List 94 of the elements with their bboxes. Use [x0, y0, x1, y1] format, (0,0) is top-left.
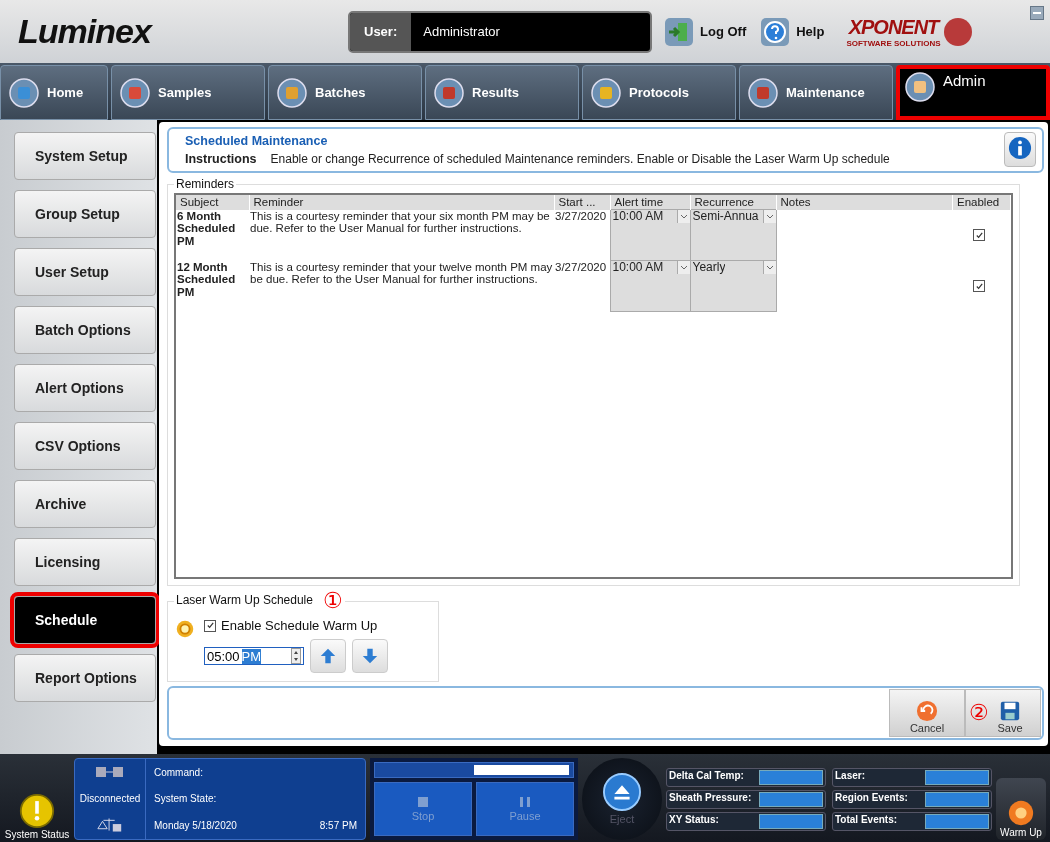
door-exit-icon: [664, 16, 694, 47]
spinner-icon[interactable]: [291, 648, 301, 664]
column-header[interactable]: Enabled: [952, 195, 1011, 210]
table-cell-text: This is a courtesy reminder that your twelve month PM may be due. Refer to the User Manual for further instructions.: [249, 260, 554, 287]
readout-label: Total Events:: [835, 813, 899, 827]
system-status-button[interactable]: System Status: [4, 758, 70, 840]
nav-tab[interactable]: Home: [0, 65, 108, 120]
cancel-button[interactable]: Cancel: [889, 689, 965, 737]
scale-icon: [96, 816, 124, 833]
checkbox[interactable]: [973, 229, 985, 242]
tab-icon: [748, 77, 778, 108]
tab-icon: [277, 77, 307, 108]
sun-icon: [174, 618, 196, 640]
system-state-label: System State:: [154, 793, 218, 805]
checkbox[interactable]: [973, 280, 985, 293]
sidebar-item[interactable]: Licensing: [14, 538, 156, 586]
tab-icon: [905, 72, 935, 102]
down-arrow-icon: [361, 647, 379, 665]
sidebar-item[interactable]: Group Setup: [14, 190, 156, 238]
nav-tab[interactable]: Results: [425, 65, 579, 120]
group-title: Laser Warm Up Schedule: [176, 593, 313, 608]
warning-icon: [19, 793, 55, 829]
checkbox-icon[interactable]: [204, 619, 216, 632]
time-field[interactable]: 05:00 PM: [204, 647, 304, 665]
readout-label: Region Events:: [835, 791, 909, 805]
readout-field: [759, 791, 823, 807]
column-header[interactable]: Recurrence: [690, 195, 776, 210]
sidebar-item[interactable]: Alert Options: [14, 364, 156, 412]
connection-status: Disconnected: [79, 792, 141, 804]
move-down-button[interactable]: [352, 639, 388, 673]
sidebar-item[interactable]: System Setup: [14, 132, 156, 180]
eject-icon: [603, 773, 641, 811]
tab-icon: [9, 77, 39, 108]
tab-icon: [591, 77, 621, 108]
tab-icon: [434, 77, 464, 108]
help-button[interactable]: Help: [758, 16, 827, 47]
readout-label: Laser:: [835, 769, 866, 783]
table-cell-text: 12 Month Scheduled PM: [176, 260, 237, 300]
readout-label: XY Status:: [669, 813, 720, 827]
minimize-icon[interactable]: [1030, 6, 1044, 20]
readout-label: Delta Cal Temp:: [669, 769, 745, 783]
annotation-marker: ②: [969, 702, 989, 724]
undo-icon: [916, 700, 938, 722]
column-header[interactable]: Notes: [776, 195, 953, 210]
status-light-icon: [942, 16, 973, 47]
table-cell: This is a courtesy reminder that your six month PM may be due. Refer to the User Manual for further instructions.: [249, 209, 554, 261]
column-header[interactable]: Subject: [176, 195, 249, 210]
enable-warm-up-checkbox[interactable]: Enable Schedule Warm Up: [204, 618, 388, 633]
table-cell: 3/27/2020: [554, 209, 610, 261]
nav-tab[interactable]: Admin: [896, 65, 1050, 120]
table-cell: 6 Month Scheduled PM: [176, 209, 249, 261]
status-date: Monday 5/18/2020: [154, 820, 237, 832]
sun-icon: [1007, 799, 1035, 827]
sidebar-item[interactable]: Archive: [14, 480, 156, 528]
warm-up-button[interactable]: Warm Up: [996, 778, 1046, 840]
readout-field: [925, 813, 989, 829]
annotation-marker: ①: [322, 588, 343, 613]
sidebar-item[interactable]: CSV Options: [14, 422, 156, 470]
status-time: 8:57 PM: [319, 820, 357, 832]
luminex-logo: Luminex: [18, 12, 154, 51]
move-up-button[interactable]: [310, 639, 346, 673]
info-button[interactable]: [1004, 132, 1036, 167]
nav-tab[interactable]: Protocols: [582, 65, 736, 120]
pause-icon: [520, 796, 530, 807]
sidebar-item[interactable]: Report Options: [14, 654, 156, 702]
instructions-label: Instructions: [185, 151, 257, 166]
readout-label: Sheath Pressure:: [669, 791, 753, 805]
tab-icon: [120, 77, 150, 108]
readout-field: [925, 791, 989, 807]
readout-field: [759, 813, 823, 829]
nav-tab[interactable]: Maintenance: [739, 65, 893, 120]
computers-icon: [95, 765, 125, 780]
up-arrow-icon: [319, 647, 337, 665]
table-cell: 3/27/2020: [554, 260, 610, 312]
log-off-button[interactable]: Log Off: [662, 16, 749, 47]
group-title: Reminders: [175, 177, 236, 191]
stop-icon: [418, 796, 428, 807]
column-header[interactable]: Reminder: [249, 195, 554, 210]
sidebar-item[interactable]: User Setup: [14, 248, 156, 296]
column-header[interactable]: Start ...: [554, 195, 610, 210]
command-label: Command:: [154, 766, 204, 778]
xponent-logo: XPONENT: [848, 15, 939, 39]
question-icon: [760, 16, 791, 47]
sidebar-item[interactable]: Batch Options: [14, 306, 156, 354]
brand-tagline: SOFTWARE SOLUTIONS: [846, 38, 941, 48]
nav-tab[interactable]: Batches: [268, 65, 422, 120]
nav-tab[interactable]: Samples: [111, 65, 265, 120]
section-title: Scheduled Maintenance: [185, 133, 329, 148]
readout-field: [759, 769, 823, 785]
info-icon: [1008, 136, 1032, 160]
readout-field: [925, 769, 989, 785]
instructions-text: Enable or change Recurrence of scheduled Maintenance reminders. Enable or Disable the Laser Warm Up schedule: [270, 151, 890, 166]
user-field: User: Administrator: [348, 10, 652, 53]
column-header[interactable]: Alert time: [610, 195, 690, 210]
